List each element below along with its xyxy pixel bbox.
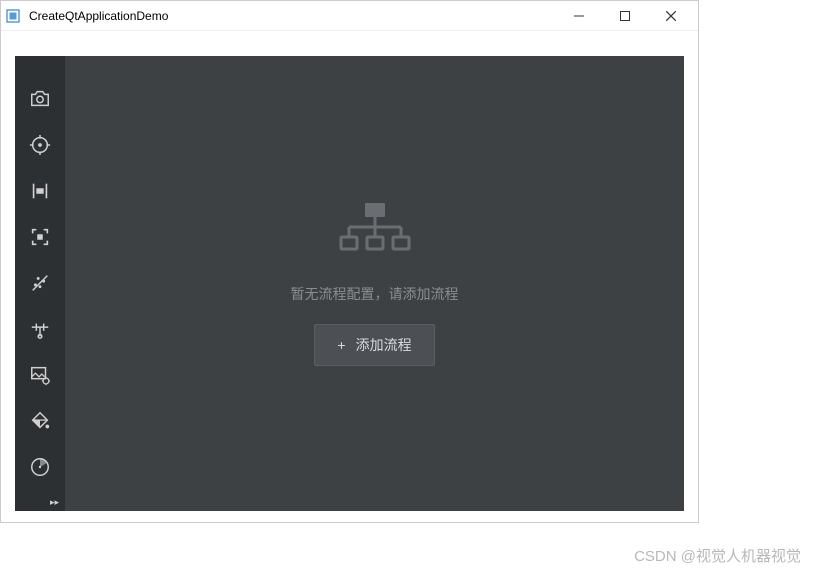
tool-target[interactable] [15,122,65,168]
add-flow-label: 添加流程 [356,335,412,355]
watermark: CSDN @视觉人机器视觉 [634,545,801,566]
tool-image-settings[interactable] [15,352,65,398]
caliper-icon [29,180,51,202]
camera-icon [29,88,51,110]
window-title: CreateQtApplicationDemo [29,9,556,23]
app-icon [5,8,21,24]
window-controls [556,1,694,31]
tool-caliper[interactable] [15,168,65,214]
sidebar-expand-toggle[interactable]: ▸▸ [15,493,65,511]
tool-paint[interactable] [15,398,65,444]
tool-scatter[interactable] [15,260,65,306]
flowchart-icon [335,201,415,259]
tool-camera[interactable] [15,76,65,122]
tool-slider[interactable] [15,306,65,352]
focus-icon [29,226,51,248]
tool-focus[interactable] [15,214,65,260]
tool-radar[interactable] [15,444,65,490]
canvas-area: 暂无流程配置，请添加流程 + 添加流程 [65,56,684,511]
add-flow-button[interactable]: + 添加流程 [314,324,434,366]
target-icon [29,134,51,156]
maximize-button[interactable] [602,1,648,31]
close-button[interactable] [648,1,694,31]
scatter-icon [29,272,51,294]
paint-icon [29,410,51,432]
tool-sidebar: ▸▸ [15,56,65,511]
empty-state-message: 暂无流程配置，请添加流程 [291,284,459,304]
app-window: CreateQtApplicationDemo [0,0,699,523]
empty-state-illustration [335,201,415,264]
workspace: ▸▸ 暂无流程配置，请 [15,56,684,511]
minimize-button[interactable] [556,1,602,31]
radar-icon [29,456,51,478]
slider-icon [29,318,51,340]
plus-icon: + [337,337,345,353]
image-settings-icon [29,364,51,386]
titlebar: CreateQtApplicationDemo [1,1,698,31]
app-body: ▸▸ 暂无流程配置，请 [1,31,698,522]
expand-icon: ▸▸ [50,497,59,508]
